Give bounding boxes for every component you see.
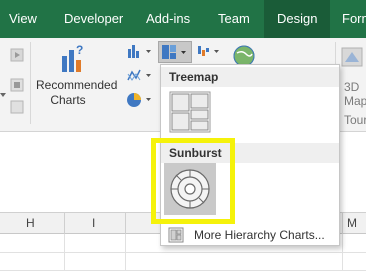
highlight-box: [151, 138, 235, 224]
3d-map-label-line2: Map: [344, 94, 366, 108]
treemap-chart-option[interactable]: [169, 91, 211, 133]
add-in-icon[interactable]: [10, 78, 24, 92]
hierarchy-chart-icon: [168, 227, 184, 243]
column-divider: [64, 213, 65, 234]
waterfall-chart-button[interactable]: [196, 42, 224, 62]
column-divider: [125, 213, 126, 234]
tab-format[interactable]: Form: [342, 0, 366, 38]
3d-map-label-line3: Tour: [344, 113, 366, 127]
3d-map-label-line1: 3D: [344, 80, 360, 94]
tab-developer[interactable]: Developer: [64, 0, 123, 38]
tab-view[interactable]: View: [9, 0, 37, 38]
add-in-icon[interactable]: [10, 100, 24, 114]
recommended-charts-label: Recommended Charts: [36, 78, 118, 107]
grid-line: [0, 252, 366, 253]
more-hierarchy-charts-link[interactable]: More Hierarchy Charts...: [161, 225, 339, 245]
column-header-i[interactable]: I: [92, 216, 95, 230]
chevron-down-icon[interactable]: [0, 85, 6, 97]
column-divider: [342, 213, 343, 234]
recommended-charts-icon: ?: [58, 42, 88, 76]
line-chart-button[interactable]: [126, 66, 154, 86]
treemap-icon: [169, 91, 211, 133]
tab-add-ins[interactable]: Add-ins: [146, 0, 190, 38]
column-header-h[interactable]: H: [26, 216, 35, 230]
tab-design[interactable]: Design: [264, 0, 331, 38]
more-hierarchy-charts-label: More Hierarchy Charts...: [194, 228, 325, 242]
add-in-icon[interactable]: [10, 48, 24, 62]
treemap-section-title: Treemap: [161, 67, 339, 87]
ribbon-separator: [30, 42, 31, 124]
pie-chart-button[interactable]: [126, 90, 154, 110]
svg-text:?: ?: [76, 43, 83, 57]
hierarchy-chart-button[interactable]: [158, 41, 192, 63]
ribbon-tab-bar: View Developer Add-ins Team Design Form: [0, 0, 366, 38]
column-chart-button[interactable]: [126, 42, 154, 62]
column-header-m[interactable]: M: [347, 216, 357, 230]
tab-team[interactable]: Team: [218, 0, 250, 38]
